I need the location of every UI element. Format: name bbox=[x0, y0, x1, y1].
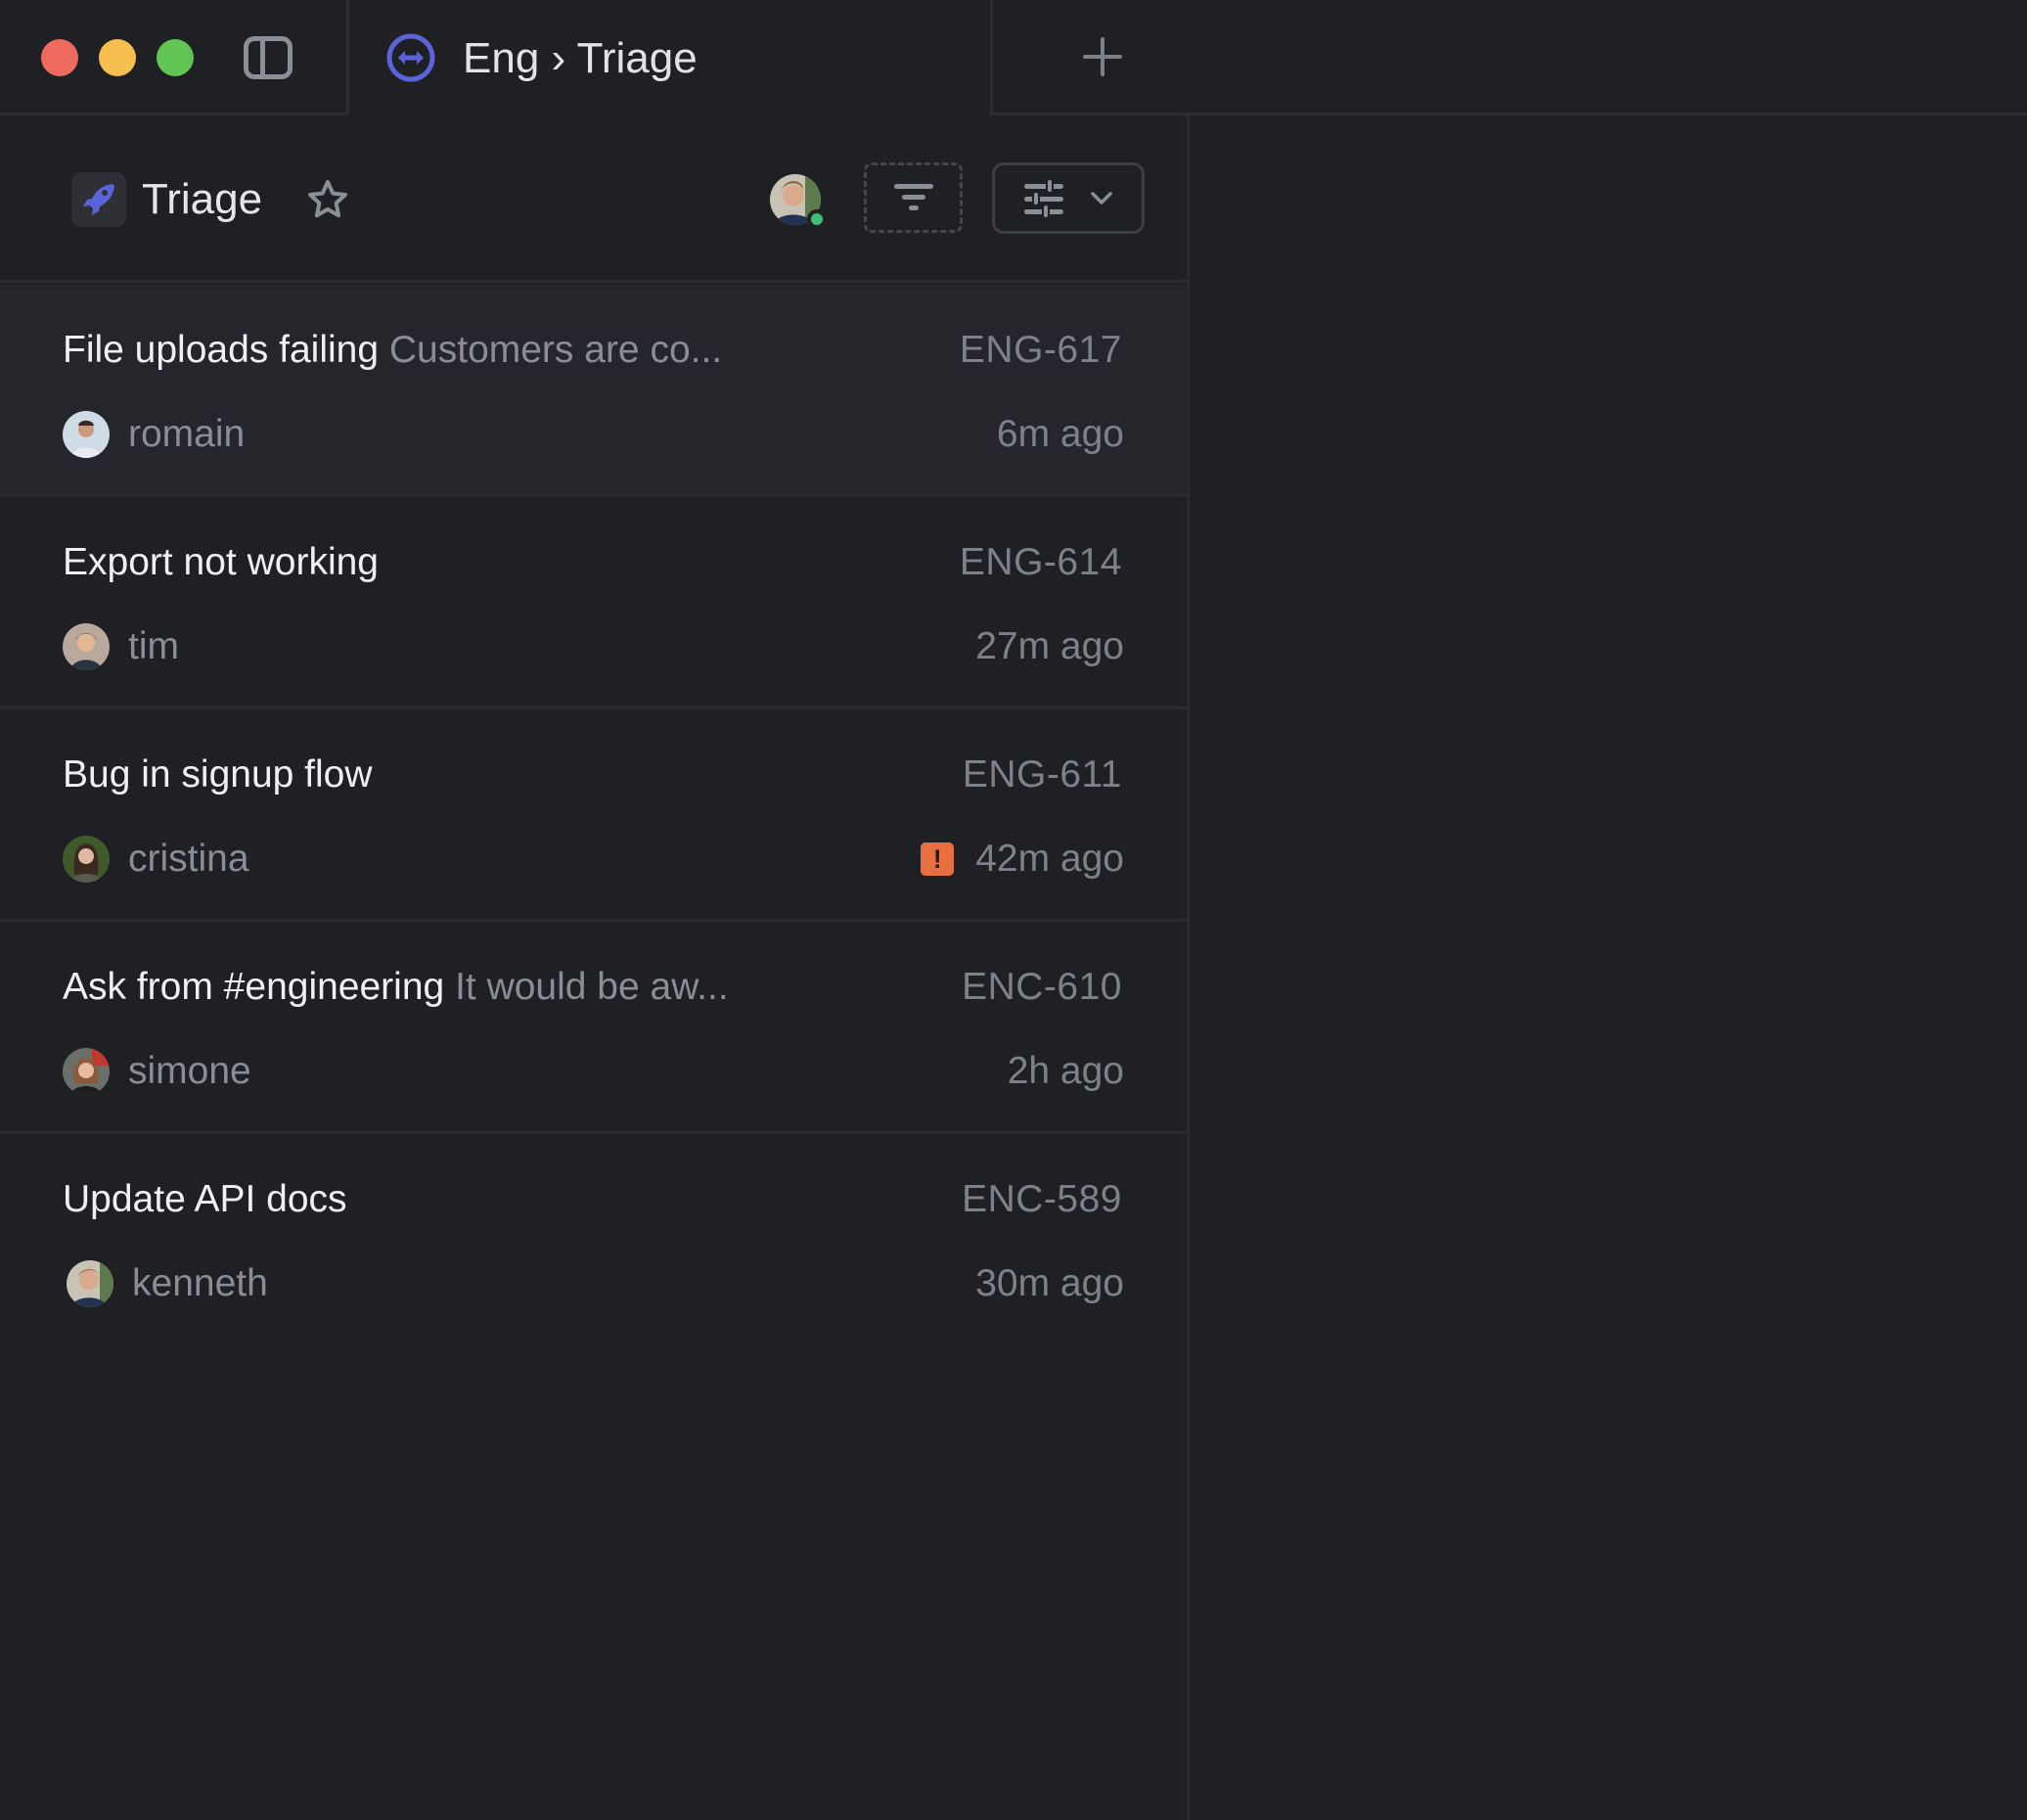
online-status-indicator bbox=[807, 209, 827, 229]
current-user-avatar[interactable] bbox=[770, 174, 827, 229]
issue-identifier: ENG-617 bbox=[959, 329, 1122, 371]
issue-title: File uploads failing Customers are co... bbox=[63, 326, 722, 375]
view-header: Triage bbox=[0, 115, 1187, 283]
issue-title: Export not working bbox=[63, 538, 379, 587]
issue-meta-right: 27m ago bbox=[975, 622, 1124, 671]
issue-row[interactable]: Export not working ENG-614 tim 27m ago bbox=[0, 497, 1187, 709]
issue-assignee: tim bbox=[63, 622, 179, 671]
issue-row[interactable]: Bug in signup flow ENG-611 cristina ! 42… bbox=[0, 709, 1187, 922]
issue-meta-right: 30m ago bbox=[975, 1259, 1124, 1308]
issue-created-time: 27m ago bbox=[975, 625, 1124, 667]
rocket-icon bbox=[83, 184, 114, 215]
issue-title-text: Bug in signup flow bbox=[63, 753, 373, 796]
issue-assignee: cristina bbox=[63, 835, 249, 884]
assignee-avatar bbox=[63, 836, 110, 883]
issue-created-time: 6m ago bbox=[996, 413, 1124, 455]
issue-description-preview: It would be aw... bbox=[455, 966, 729, 1008]
sliders-icon bbox=[1024, 178, 1063, 218]
issue-description-preview: Customers are co... bbox=[388, 329, 723, 371]
issue-assignee: romain bbox=[63, 410, 245, 459]
issue-created-time: 30m ago bbox=[975, 1262, 1124, 1304]
issue-assignee: simone bbox=[63, 1047, 251, 1096]
assignee-avatar bbox=[67, 1260, 113, 1307]
assignee-name: tim bbox=[128, 625, 179, 667]
title-bar: Eng › Triage bbox=[0, 0, 2027, 115]
assignee-name: simone bbox=[128, 1050, 251, 1092]
assignee-avatar bbox=[63, 623, 110, 670]
issue-identifier: ENC-610 bbox=[962, 966, 1122, 1008]
issue-list-pane: Triage File uploads failing Customers ar… bbox=[0, 115, 1190, 1820]
issue-title-text: Export not working bbox=[63, 541, 379, 583]
issue-detail-pane bbox=[1190, 115, 2027, 1820]
display-options-button[interactable] bbox=[992, 162, 1145, 234]
chevron-down-icon bbox=[1091, 191, 1112, 205]
assignee-name: romain bbox=[128, 413, 246, 455]
issue-identifier: ENG-614 bbox=[959, 541, 1122, 583]
issue-title-text: Ask from #engineering bbox=[63, 966, 445, 1008]
close-window-button[interactable] bbox=[41, 39, 78, 76]
plus-icon[interactable] bbox=[1083, 37, 1122, 76]
tab-strip-empty bbox=[990, 0, 2027, 115]
issue-identifier: ENG-611 bbox=[962, 753, 1122, 796]
issue-assignee: kenneth bbox=[67, 1259, 268, 1308]
tab-eng-triage[interactable]: Eng › Triage bbox=[349, 0, 991, 115]
assignee-name: kenneth bbox=[132, 1262, 268, 1304]
issue-title: Ask from #engineering It would be aw... bbox=[63, 963, 729, 1012]
issue-meta-right: 2h ago bbox=[1008, 1047, 1124, 1096]
issue-row[interactable]: Update API docs ENC-589 kenneth 30m ago bbox=[0, 1134, 1187, 1346]
urgent-priority-icon: ! bbox=[921, 842, 955, 876]
minimize-window-button[interactable] bbox=[99, 39, 136, 76]
view-icon bbox=[71, 172, 126, 227]
triage-arrows-icon bbox=[386, 33, 435, 82]
star-outline-icon[interactable] bbox=[305, 177, 350, 222]
issue-created-time: 2h ago bbox=[1007, 1050, 1124, 1092]
assignee-avatar bbox=[63, 1048, 110, 1095]
issue-meta-right: 6m ago bbox=[997, 410, 1124, 459]
issue-title-text: Update API docs bbox=[63, 1178, 347, 1220]
issue-meta-right: ! 42m ago bbox=[921, 835, 1124, 884]
issue-title: Bug in signup flow bbox=[63, 751, 373, 799]
tab-title: Eng › Triage bbox=[463, 34, 698, 82]
issue-created-time: 42m ago bbox=[975, 838, 1124, 880]
issue-identifier: ENC-589 bbox=[962, 1178, 1122, 1220]
filter-button[interactable] bbox=[864, 162, 963, 233]
issue-list: File uploads failing Customers are co...… bbox=[0, 285, 1187, 1346]
window-controls-area bbox=[0, 0, 349, 115]
issue-title: Update API docs bbox=[63, 1175, 347, 1224]
assignee-name: cristina bbox=[128, 838, 249, 880]
assignee-avatar bbox=[63, 411, 110, 458]
sidebar-toggle-icon[interactable] bbox=[244, 36, 293, 79]
issue-row[interactable]: Ask from #engineering It would be aw... … bbox=[0, 922, 1187, 1134]
issue-row[interactable]: File uploads failing Customers are co...… bbox=[0, 285, 1187, 497]
page-title: Triage bbox=[142, 175, 263, 223]
issue-title-text: File uploads failing bbox=[63, 329, 380, 371]
maximize-window-button[interactable] bbox=[157, 39, 194, 76]
filter-lines-icon bbox=[893, 184, 933, 210]
